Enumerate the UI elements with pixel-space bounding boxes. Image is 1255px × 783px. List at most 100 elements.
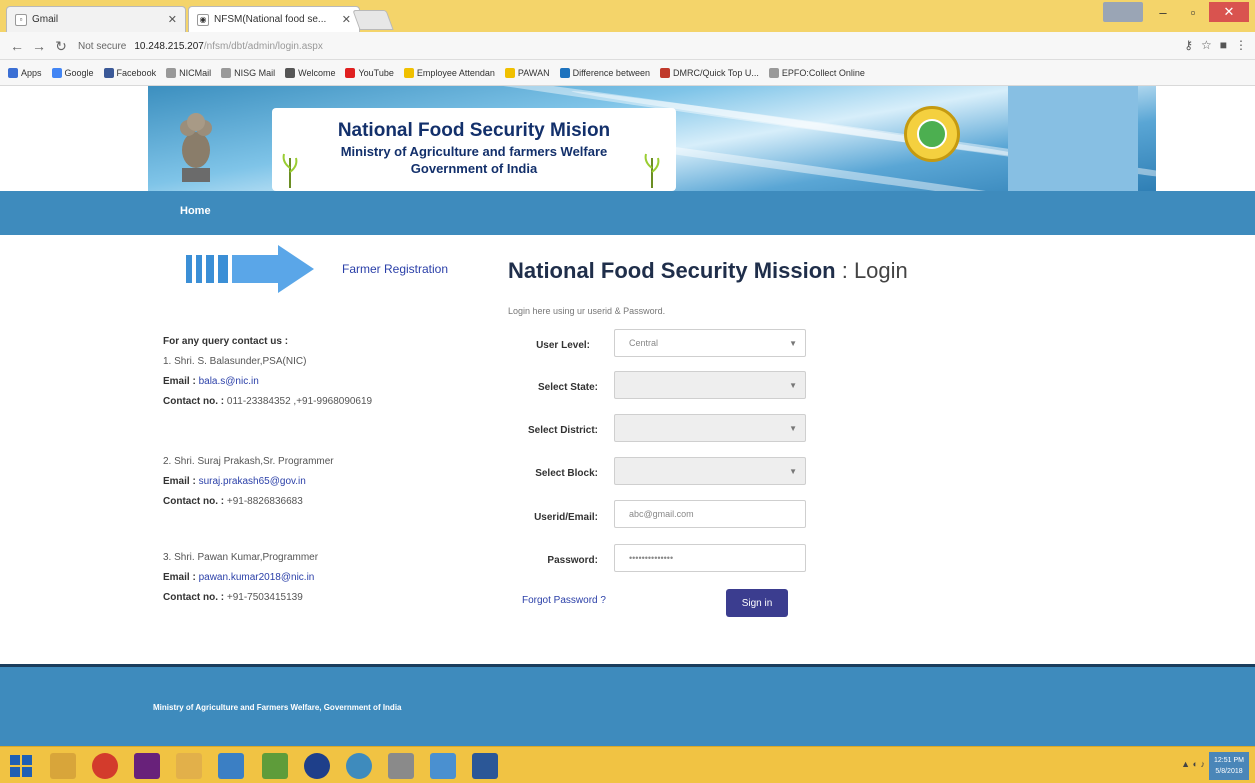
app-icon[interactable] bbox=[472, 753, 498, 779]
page-icon: ◉ bbox=[197, 13, 209, 26]
bookmark-icon bbox=[768, 67, 779, 78]
star-icon[interactable]: ☆ bbox=[1201, 38, 1212, 52]
userid-label: Userid/Email: bbox=[534, 512, 598, 523]
bookmark-item[interactable]: Google bbox=[51, 67, 94, 78]
site-footer: Ministry of Agriculture and Farmers Welf… bbox=[0, 667, 1255, 746]
contact-email-link[interactable]: bala.s@nic.in bbox=[199, 376, 259, 387]
userid-input[interactable]: abc@gmail.com bbox=[614, 500, 806, 528]
nav-home-link[interactable]: Home bbox=[180, 205, 211, 217]
minimize-button[interactable]: – bbox=[1149, 2, 1177, 22]
bookmark-label: PAWAN bbox=[517, 67, 550, 78]
bookmarks-bar: Apps Google Facebook NICMail NISG Mail Welcom… bbox=[0, 60, 1255, 86]
bookmark-item[interactable]: NISG Mail bbox=[221, 67, 275, 78]
contact-heading: For any query contact us : bbox=[163, 336, 289, 347]
file-explorer-icon[interactable] bbox=[50, 753, 76, 779]
bookmark-item[interactable]: Difference between bbox=[559, 67, 650, 78]
bookmark-label: DMRC/Quick Top U... bbox=[672, 67, 759, 78]
clock-time: 12:51 PM bbox=[1214, 757, 1244, 764]
os-taskbar: ▲ ◐ ♪ 12:51 PM 5/8/2018 bbox=[0, 746, 1255, 783]
sign-in-button[interactable]: Sign in bbox=[726, 589, 788, 617]
chevron-down-icon: ▼ bbox=[789, 339, 797, 348]
footer-text: Ministry of Agriculture and Farmers Welf… bbox=[153, 703, 402, 712]
national-emblem-icon bbox=[180, 113, 212, 182]
login-title-sub: : Login bbox=[841, 258, 908, 283]
phone-label: Contact no. : bbox=[163, 496, 225, 507]
contact-block: 2. Shri. Suraj Prakash,Sr. Programmer Em… bbox=[163, 452, 334, 512]
close-icon[interactable]: ✕ bbox=[342, 13, 351, 26]
bookmark-item[interactable]: NICMail bbox=[166, 67, 212, 78]
url-path: /nfsm/dbt/admin/login.aspx bbox=[203, 40, 323, 52]
tab-gmail[interactable]: ▫ Gmail ✕ bbox=[6, 6, 186, 32]
page-icon: ▫ bbox=[15, 13, 27, 26]
wheat-icon bbox=[644, 153, 660, 188]
main-nav: Home bbox=[0, 191, 1255, 235]
folder-icon[interactable] bbox=[176, 753, 202, 779]
site-header: National Food Security Mision Ministry o… bbox=[0, 86, 1255, 191]
key-icon[interactable]: ⚷ bbox=[1184, 38, 1193, 52]
app-icon[interactable] bbox=[218, 753, 244, 779]
site-subtitle: Ministry of Agriculture and farmers Welf… bbox=[340, 144, 608, 159]
user-profile-button[interactable] bbox=[1103, 2, 1143, 22]
bookmark-item[interactable]: YouTube bbox=[345, 67, 394, 78]
contact-block: 3. Shri. Pawan Kumar,Programmer Email : … bbox=[163, 548, 318, 608]
close-icon[interactable]: ✕ bbox=[168, 13, 177, 26]
nfsm-logo-icon bbox=[904, 106, 960, 162]
extension-icon[interactable]: ■ bbox=[1220, 38, 1227, 52]
window-close-button[interactable]: ✕ bbox=[1209, 2, 1249, 22]
contact-email-link[interactable]: suraj.prakash65@gov.in bbox=[199, 476, 306, 487]
url-field[interactable]: Not secure 10.248.215.207 /nfsm/dbt/admi… bbox=[78, 36, 1138, 56]
login-title: National Food Security Mission : Login bbox=[508, 258, 908, 284]
maximize-button[interactable]: ▫ bbox=[1179, 2, 1207, 22]
bookmark-label: Welcome bbox=[298, 67, 336, 78]
clock-date: 5/8/2018 bbox=[1215, 768, 1243, 775]
contact-phone: +91-8826836683 bbox=[226, 496, 303, 507]
chrome-icon[interactable] bbox=[92, 753, 118, 779]
bookmark-item[interactable]: Welcome bbox=[285, 67, 336, 78]
site-subtitle-2: Government of India bbox=[410, 161, 538, 176]
app-icon[interactable] bbox=[262, 753, 288, 779]
email-label: Email : bbox=[163, 476, 196, 487]
block-select[interactable]: ▼ bbox=[614, 457, 806, 485]
user-level-label: User Level: bbox=[536, 340, 590, 351]
phone-label: Contact no. : bbox=[163, 396, 225, 407]
reload-icon[interactable]: ↻ bbox=[52, 37, 70, 55]
system-tray[interactable]: ▲ ◐ ♪ bbox=[1181, 759, 1205, 769]
bookmark-item[interactable]: EPFO:Collect Online bbox=[768, 67, 865, 78]
contact-email-link[interactable]: pawan.kumar2018@nic.in bbox=[199, 572, 315, 583]
password-input[interactable]: •••••••••••••• bbox=[614, 544, 806, 572]
app-icon[interactable] bbox=[346, 753, 372, 779]
email-label: Email : bbox=[163, 572, 196, 583]
bookmark-item[interactable]: DMRC/Quick Top U... bbox=[659, 67, 759, 78]
bookmark-icon bbox=[285, 67, 296, 78]
bookmark-item[interactable]: Employee Attendan bbox=[403, 67, 495, 78]
user-level-select[interactable]: Central ▼ bbox=[614, 329, 806, 357]
app-icon[interactable] bbox=[388, 753, 414, 779]
chevron-down-icon: ▼ bbox=[789, 381, 797, 390]
new-tab-button[interactable] bbox=[352, 10, 394, 30]
bookmark-label: Google bbox=[64, 67, 94, 78]
state-select[interactable]: ▼ bbox=[614, 371, 806, 399]
menu-icon[interactable]: ⋮ bbox=[1235, 38, 1247, 52]
bookmark-icon bbox=[8, 67, 18, 78]
bookmark-item[interactable]: PAWAN bbox=[504, 67, 550, 78]
taskbar-clock[interactable]: 12:51 PM 5/8/2018 bbox=[1209, 752, 1249, 780]
tab-nfsm[interactable]: ◉ NFSM(National food se... ✕ bbox=[188, 6, 360, 32]
bookmark-item[interactable]: Facebook bbox=[103, 67, 156, 78]
bookmark-icon bbox=[559, 67, 570, 78]
back-icon[interactable]: ← bbox=[8, 37, 26, 55]
forgot-password-link[interactable]: Forgot Password ? bbox=[522, 595, 606, 606]
app-icon[interactable] bbox=[430, 753, 456, 779]
bookmark-item[interactable]: Apps bbox=[8, 67, 42, 78]
wheat-icon bbox=[282, 153, 298, 188]
login-title-main: National Food Security Mission bbox=[508, 258, 836, 283]
contact-name: 2. Shri. Suraj Prakash,Sr. Programmer bbox=[163, 456, 334, 467]
app-icon[interactable] bbox=[304, 753, 330, 779]
forward-icon[interactable]: → bbox=[30, 37, 48, 55]
district-select[interactable]: ▼ bbox=[614, 414, 806, 442]
windows-start-icon[interactable] bbox=[10, 755, 32, 777]
farmer-registration-link[interactable]: Farmer Registration bbox=[342, 262, 448, 276]
bookmark-label: NICMail bbox=[179, 67, 212, 78]
visual-studio-icon[interactable] bbox=[134, 753, 160, 779]
arrow-icon bbox=[186, 245, 314, 293]
contact-name: 3. Shri. Pawan Kumar,Programmer bbox=[163, 552, 319, 563]
